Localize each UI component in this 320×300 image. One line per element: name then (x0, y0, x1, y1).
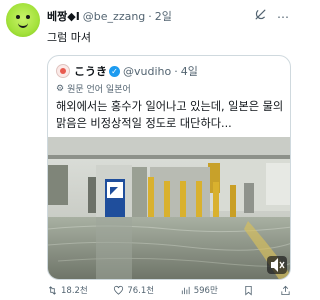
bookmark-icon (245, 285, 253, 296)
bookmark-button[interactable] (243, 283, 254, 297)
author-name[interactable]: 베짱◆I (47, 8, 80, 24)
like-count: 76.1천 (127, 286, 155, 296)
separator: · (148, 9, 152, 23)
retweet-button[interactable]: 18.2천 (47, 283, 88, 297)
share-button[interactable] (280, 283, 291, 297)
heart-icon (114, 285, 124, 295)
views-button[interactable]: 596만 (180, 283, 218, 297)
tweet-metrics: 18.2천 76.1천 596만 (47, 283, 291, 297)
translate-label: 원문 언어 일본어 (67, 85, 131, 95)
quote-time[interactable]: 4일 (181, 63, 198, 79)
retweet-icon (48, 285, 57, 295)
header-actions: ⋯ (254, 8, 289, 25)
verified-badge-icon: ✓ (109, 65, 120, 77)
quote-media-image[interactable] (48, 137, 291, 280)
translate-indicator[interactable]: ⚙ 원문 언어 일본어 (56, 82, 131, 96)
quote-tweet[interactable]: こうき ✓ @vudiho · 4일 ⚙ 원문 언어 일본어 해외에서는 홍수가… (47, 55, 291, 280)
like-button[interactable]: 76.1천 (113, 283, 154, 297)
more-icon[interactable]: ⋯ (277, 9, 289, 25)
user-avatar[interactable] (6, 3, 40, 37)
quote-text: 해외에서는 홍수가 일어나고 있는데, 일본은 물의 맑음은 비정상적일 정도로… (56, 100, 284, 130)
tweet-text: 그럼 마셔 (47, 31, 91, 44)
views-chart-icon (181, 286, 190, 294)
avatar-eye (16, 15, 20, 19)
quote-author-handle[interactable]: @vudiho (123, 65, 171, 78)
quote-author-name[interactable]: こうき (74, 63, 107, 79)
quote-header: こうき ✓ @vudiho · 4일 (56, 63, 198, 79)
share-icon (281, 285, 290, 295)
avatar-eye (26, 15, 30, 19)
separator: · (174, 64, 178, 78)
views-count: 596만 (193, 286, 218, 296)
translate-icon: ⚙ (56, 83, 65, 94)
quote-avatar[interactable] (56, 64, 70, 78)
author-handle[interactable]: @be_zzang (83, 10, 146, 23)
tweet-header: 베짱◆I @be_zzang · 2일 ⋯ (47, 7, 291, 25)
grok-icon[interactable] (254, 8, 267, 25)
mute-icon[interactable] (267, 256, 287, 274)
retweet-count: 18.2천 (61, 286, 88, 296)
avatar-mouth (18, 23, 28, 28)
tweet-time[interactable]: 2일 (155, 8, 172, 24)
